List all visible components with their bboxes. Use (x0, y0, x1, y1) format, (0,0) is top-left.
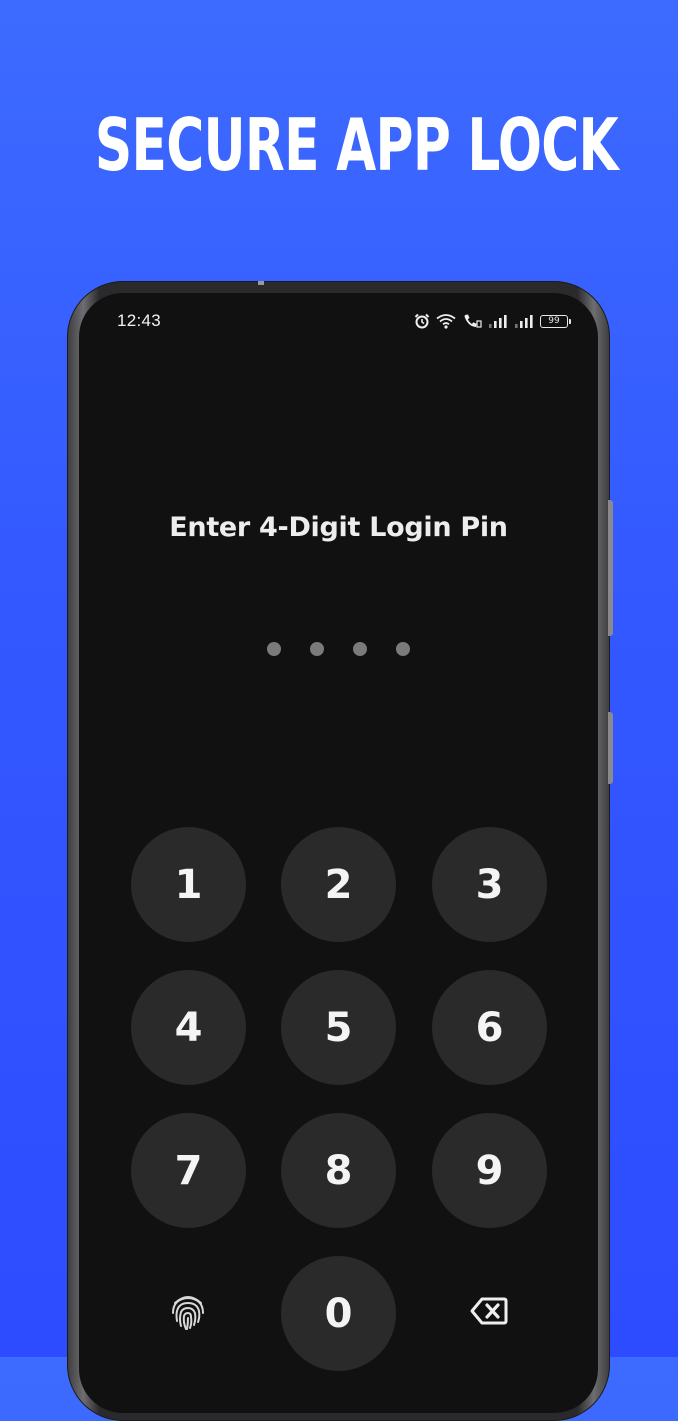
keypad: 1 2 3 4 5 6 7 8 9 0 (79, 293, 598, 1413)
key-4-button[interactable]: 4 (131, 970, 246, 1085)
phone-volume-button (608, 500, 613, 636)
key-8-button[interactable]: 8 (281, 1113, 396, 1228)
fingerprint-icon (170, 1291, 206, 1336)
key-9-button[interactable]: 9 (432, 1113, 547, 1228)
backspace-icon (470, 1297, 508, 1330)
key-0-button[interactable]: 0 (281, 1256, 396, 1371)
key-6-button[interactable]: 6 (432, 970, 547, 1085)
key-1-button[interactable]: 1 (131, 827, 246, 942)
phone-antenna-line (258, 281, 264, 285)
promo-title: SECURE APP LOCK (94, 103, 619, 187)
backspace-button[interactable] (449, 1273, 529, 1353)
key-2-button[interactable]: 2 (281, 827, 396, 942)
phone-screen: 12:43 99 Enter 4-Digit Login Pin 1 2 3 4… (79, 293, 598, 1413)
phone-power-button (608, 712, 613, 784)
key-3-button[interactable]: 3 (432, 827, 547, 942)
key-7-button[interactable]: 7 (131, 1113, 246, 1228)
fingerprint-button[interactable] (148, 1273, 228, 1353)
key-5-button[interactable]: 5 (281, 970, 396, 1085)
